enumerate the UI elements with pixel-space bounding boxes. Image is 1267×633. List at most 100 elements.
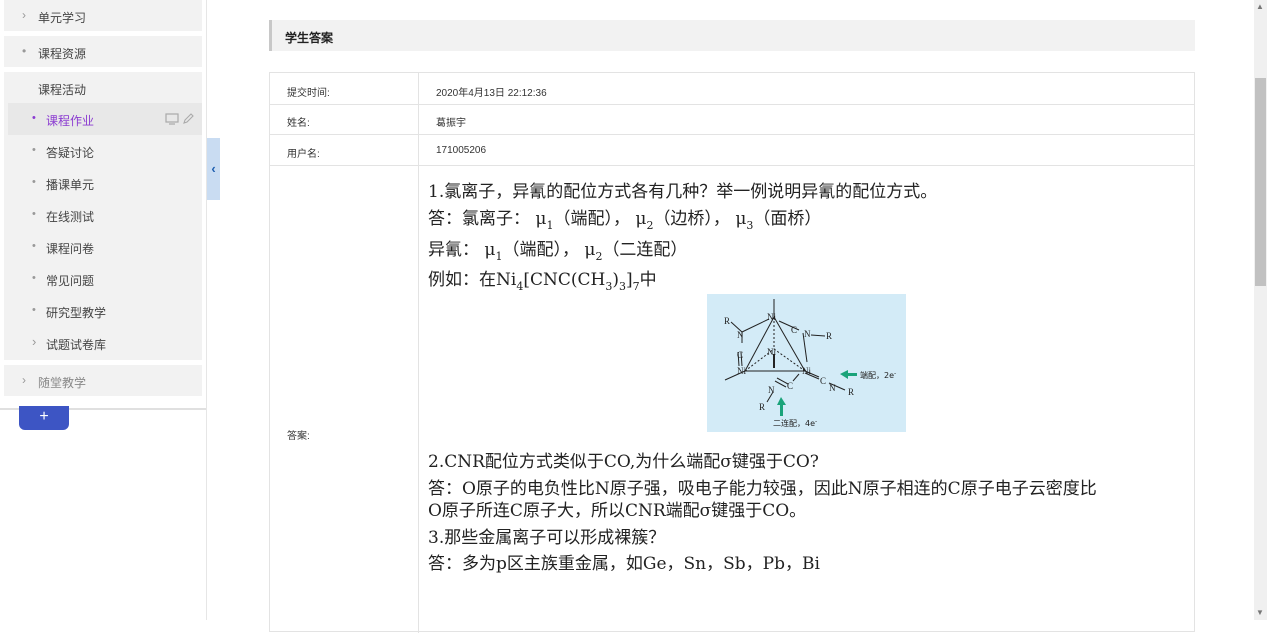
section-title: 学生答案 <box>285 31 334 45</box>
scroll-up-icon[interactable]: ▲ <box>1256 2 1264 11</box>
question-1: 1.氯离子，异氰的配位方式各有几种？举一例说明异氰的配位方式。 <box>428 182 938 202</box>
name-label: 姓名: <box>287 118 310 129</box>
sidebar-group-course-resources[interactable]: • 课程资源 <box>4 36 202 67</box>
sidebar-group-label: 课程资源 <box>38 47 87 61</box>
atom-ni: Ni <box>767 312 776 322</box>
column-divider <box>418 73 419 633</box>
vertical-scrollbar[interactable]: ▲ ▼ <box>1254 0 1267 620</box>
answer-label: 答案: <box>287 431 310 442</box>
sidebar: › 单元学习 • 课程资源 课程活动 • 课程作业 • 答疑讨论 • 播课单元 … <box>0 0 207 620</box>
mu-symbol: μ <box>735 209 747 229</box>
mu-symbol: μ <box>584 240 596 260</box>
sidebar-item-qa-discussion[interactable]: • 答疑讨论 <box>8 135 202 167</box>
sidebar-item-faq[interactable]: • 常见问题 <box>8 263 202 295</box>
answer-1-chloride: 答：氯离子： μ1（端配）， μ2（边桥）， μ3（面桥） <box>428 204 821 232</box>
edit-pencil-icon[interactable] <box>182 113 194 125</box>
scrollbar-thumb[interactable] <box>1255 78 1266 286</box>
atom-r: R <box>848 387 854 397</box>
mu-symbol: μ <box>635 209 647 229</box>
text: （端配）， <box>502 240 579 260</box>
text: 中 <box>639 270 657 290</box>
submit-time-label: 提交时间: <box>287 88 330 99</box>
row-divider <box>270 165 1194 166</box>
bullet-icon: • <box>32 304 36 316</box>
structure-figure: Ni Ni Ni Ni N C C N C C N N R R R R 端配，2… <box>707 294 906 432</box>
atom-r: R <box>724 316 730 326</box>
item-tools <box>165 111 194 125</box>
bullet-icon: • <box>32 144 36 156</box>
username-value: 171005206 <box>436 145 487 156</box>
sidebar-item-label: 在线测试 <box>46 210 95 224</box>
monitor-icon[interactable] <box>165 113 179 125</box>
submit-time-value: 2020年4月13日 22:12:36 <box>436 88 547 99</box>
atom-n: N <box>768 385 775 395</box>
text: （二连配） <box>602 240 688 260</box>
sidebar-item-label: 研究型教学 <box>46 306 107 320</box>
atom-ni: Ni <box>767 347 776 357</box>
row-divider <box>270 104 1194 105</box>
atom-n: N <box>737 330 744 340</box>
bullet-icon: • <box>32 208 36 220</box>
question-2: 2.CNR配位方式类似于CO,为什么端配σ键强于CO? <box>428 452 819 472</box>
username-label: 用户名: <box>287 149 320 160</box>
chevron-right-icon: › <box>22 8 26 22</box>
sidebar-item-online-test[interactable]: • 在线测试 <box>8 199 202 231</box>
text: 异氰： <box>428 240 479 260</box>
atom-n: N <box>804 329 811 339</box>
sidebar-group-unit-study[interactable]: › 单元学习 <box>4 0 202 31</box>
sidebar-item-label: 试题试卷库 <box>46 338 107 352</box>
atom-ni: Ni <box>737 366 746 376</box>
text: ) <box>612 270 619 290</box>
section-header: 学生答案 <box>269 20 1195 51</box>
add-button[interactable]: + <box>19 406 69 430</box>
text: [CNC(CH <box>523 270 606 290</box>
subscript: 3 <box>618 280 626 293</box>
text: ] <box>625 270 633 290</box>
atom-c: C <box>787 381 793 391</box>
atom-n: N <box>829 383 836 393</box>
arrow-left-icon <box>840 370 857 379</box>
atom-c: C <box>791 325 797 335</box>
bullet-icon: • <box>22 44 27 58</box>
terminal-label: 端配，2e- <box>860 370 896 380</box>
scroll-down-icon[interactable]: ▼ <box>1256 608 1264 617</box>
bullet-icon: • <box>32 240 36 252</box>
mu-symbol: μ <box>535 209 547 229</box>
subscript: 7 <box>632 280 640 293</box>
arrow-up-icon <box>777 397 786 416</box>
question-3: 3.那些金属离子可以形成裸簇？ <box>428 528 666 548</box>
text: 答：氯离子： <box>428 209 530 229</box>
text: （边桥）， <box>653 209 730 229</box>
row-divider <box>270 134 1194 135</box>
answer-3: 答：多为p区主族重金属，如Ge，Sn，Sb，Pb，Bi <box>428 554 820 574</box>
answer-table: 提交时间: 2020年4月13日 22:12:36 姓名: 葛振宇 用户名: 1… <box>269 72 1195 633</box>
atom-r: R <box>759 402 765 412</box>
sidebar-item-label: 播课单元 <box>46 178 95 192</box>
sidebar-group-classroom-teaching[interactable]: › 随堂教学 <box>4 365 202 396</box>
sidebar-item-label: 课程问卷 <box>46 242 95 256</box>
bullet-icon: • <box>32 176 36 188</box>
answer-1-example: 例如：在Ni4[CNC(CH3)3]7中 <box>428 265 657 293</box>
atom-c: C <box>737 350 743 360</box>
chevron-right-icon: › <box>22 373 26 387</box>
atom-r: R <box>826 331 832 341</box>
collapse-sidebar-button[interactable]: ‹ <box>207 138 220 200</box>
text: （面桥） <box>753 209 822 229</box>
sidebar-item-question-bank[interactable]: › 试题试卷库 <box>8 327 202 359</box>
sidebar-item-research-teaching[interactable]: • 研究型教学 <box>8 295 202 327</box>
atom-c: C <box>820 376 826 386</box>
sidebar-item-label: 常见问题 <box>46 274 95 288</box>
chevron-right-icon: › <box>32 334 37 349</box>
bridge-label: 二连配，4e- <box>773 418 817 428</box>
sidebar-item-label: 答疑讨论 <box>46 146 95 160</box>
text: 例如：在Ni <box>428 270 517 290</box>
text: （端配）， <box>553 209 630 229</box>
sidebar-item-broadcast-unit[interactable]: • 播课单元 <box>8 167 202 199</box>
bullet-icon: • <box>32 272 36 284</box>
sidebar-item-label: 课程作业 <box>46 114 95 128</box>
sidebar-item-course-survey[interactable]: • 课程问卷 <box>8 231 202 263</box>
sidebar-item-course-homework[interactable]: • 课程作业 <box>8 103 202 135</box>
bullet-icon: • <box>32 112 36 124</box>
sidebar-group-label: 单元学习 <box>38 11 87 25</box>
answer-1-isocyanide: 异氰： μ1（端配）， μ2（二连配） <box>428 235 687 263</box>
